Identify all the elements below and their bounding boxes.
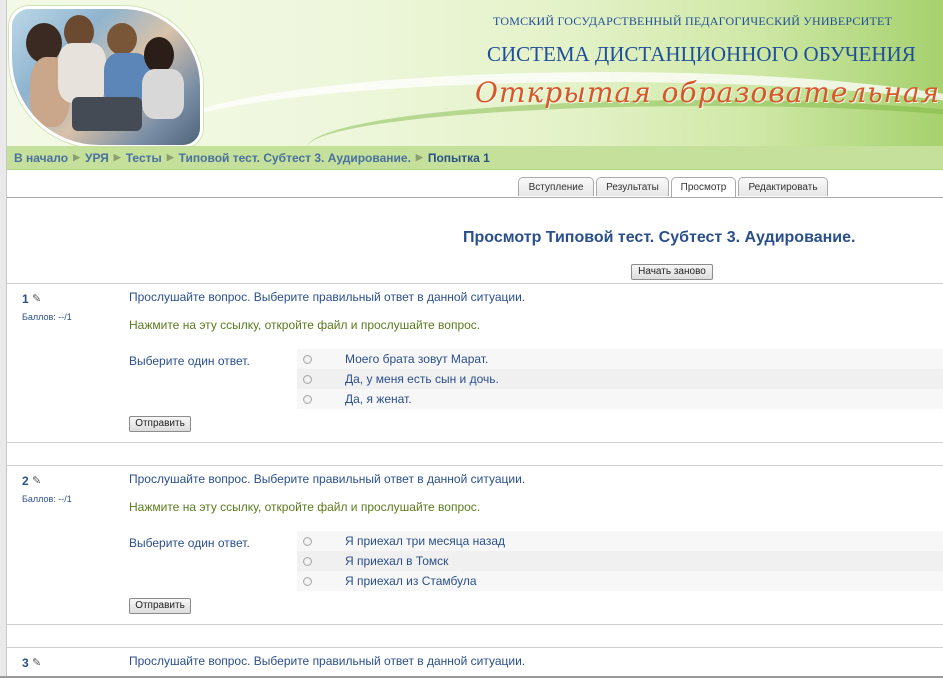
tab-bar: Вступление Результаты Просмотр Редактиро… [7, 171, 943, 198]
radio-button-icon[interactable] [303, 556, 312, 566]
question-divider [7, 465, 943, 466]
tab-intro[interactable]: Вступление [518, 177, 594, 196]
question-text: Прослушайте вопрос. Выберите правильный … [129, 472, 526, 486]
radio-button-icon[interactable] [303, 394, 312, 404]
breadcrumb-quiz[interactable]: Типовой тест. Субтест 3. Аудирование. [179, 151, 411, 165]
question-2: 2 ✎ Баллов: --/1 Прослушайте вопрос. Выб… [7, 465, 943, 625]
answer-prompt: Выберите один ответ. [129, 354, 250, 368]
question-number: 1 [22, 292, 29, 306]
question-grade: Баллов: --/1 [22, 494, 72, 504]
answer-option[interactable]: Да, у меня есть сын и дочь. [297, 369, 943, 389]
system-name: СИСТЕМА ДИСТАНЦИОННОГО ОБУЧЕНИЯ [487, 42, 916, 66]
pencil-icon[interactable]: ✎ [32, 292, 41, 305]
answer-label: Я приехал три месяца назад [345, 534, 506, 548]
answer-label: Я приехал из Стамбула [345, 574, 477, 588]
tab-edit[interactable]: Редактировать [738, 177, 828, 196]
breadcrumb: В начало ▶ УРЯ ▶ Тесты ▶ Типовой тест. С… [7, 146, 943, 170]
audio-file-link[interactable]: Нажмите на эту ссылку, откройте файл и п… [129, 318, 480, 332]
answer-label: Да, у меня есть сын и дочь. [345, 372, 499, 386]
radio-button-icon[interactable] [303, 536, 312, 546]
question-grade: Баллов: --/1 [22, 312, 72, 322]
restart-button[interactable]: Начать заново [631, 264, 713, 280]
university-name: ТОМСКИЙ ГОСУДАРСТВЕННЫЙ ПЕДАГОГИЧЕСКИЙ У… [493, 14, 893, 28]
window-left-frame [0, 0, 7, 678]
question-1: 1 ✎ Баллов: --/1 Прослушайте вопрос. Выб… [7, 283, 943, 443]
answer-prompt: Выберите один ответ. [129, 536, 250, 550]
answer-option[interactable]: Я приехал три месяца назад [297, 531, 943, 551]
answer-label: Да, я женат. [345, 392, 412, 406]
answer-label: Я приехал в Томск [345, 554, 449, 568]
question-divider [7, 624, 943, 625]
tab-results[interactable]: Результаты [596, 177, 669, 196]
answer-option[interactable]: Я приехал в Томск [297, 551, 943, 571]
tab-preview[interactable]: Просмотр [671, 177, 736, 197]
breadcrumb-quizzes[interactable]: Тесты [126, 151, 162, 165]
answer-list: Я приехал три месяца назад Я приехал в Т… [297, 531, 943, 591]
question-text: Прослушайте вопрос. Выберите правильный … [129, 290, 526, 304]
radio-button-icon[interactable] [303, 354, 312, 364]
breadcrumb-home[interactable]: В начало [14, 151, 68, 165]
breadcrumb-current: Попытка 1 [427, 150, 490, 165]
triangle-right-icon: ▶ [166, 152, 174, 162]
answer-option[interactable]: Я приехал из Стамбула [297, 571, 943, 591]
question-text: Прослушайте вопрос. Выберите правильный … [129, 654, 526, 668]
slogan: Открытая образовательная среда [475, 76, 943, 109]
question-divider [7, 647, 943, 648]
triangle-right-icon: ▶ [415, 152, 423, 162]
breadcrumb-course[interactable]: УРЯ [85, 151, 109, 165]
answer-list: Моего брата зовут Марат. Да, у меня есть… [297, 349, 943, 409]
submit-button[interactable]: Отправить [129, 416, 191, 432]
triangle-right-icon: ▶ [73, 152, 80, 162]
question-3: 3 ✎ Прослушайте вопрос. Выберите правиль… [7, 647, 943, 678]
answer-option[interactable]: Моего брата зовут Марат. [297, 349, 943, 369]
question-divider [7, 442, 943, 443]
audio-file-link[interactable]: Нажмите на эту ссылку, откройте файл и п… [129, 500, 480, 514]
answer-option[interactable]: Да, я женат. [297, 389, 943, 409]
question-divider [7, 283, 943, 284]
pencil-icon[interactable]: ✎ [32, 656, 41, 669]
radio-button-icon[interactable] [303, 374, 312, 384]
pencil-icon[interactable]: ✎ [32, 474, 41, 487]
radio-button-icon[interactable] [303, 576, 312, 586]
question-number: 3 [22, 656, 29, 670]
question-number: 2 [22, 474, 29, 488]
answer-label: Моего брата зовут Марат. [345, 352, 489, 366]
header-banner: ТОМСКИЙ ГОСУДАРСТВЕННЫЙ ПЕДАГОГИЧЕСКИЙ У… [7, 0, 943, 146]
triangle-right-icon: ▶ [113, 152, 121, 162]
page-title: Просмотр Типовой тест. Субтест 3. Аудиро… [463, 229, 856, 246]
page: ТОМСКИЙ ГОСУДАРСТВЕННЫЙ ПЕДАГОГИЧЕСКИЙ У… [0, 0, 943, 678]
submit-button[interactable]: Отправить [129, 598, 191, 614]
students-photo [9, 6, 203, 146]
